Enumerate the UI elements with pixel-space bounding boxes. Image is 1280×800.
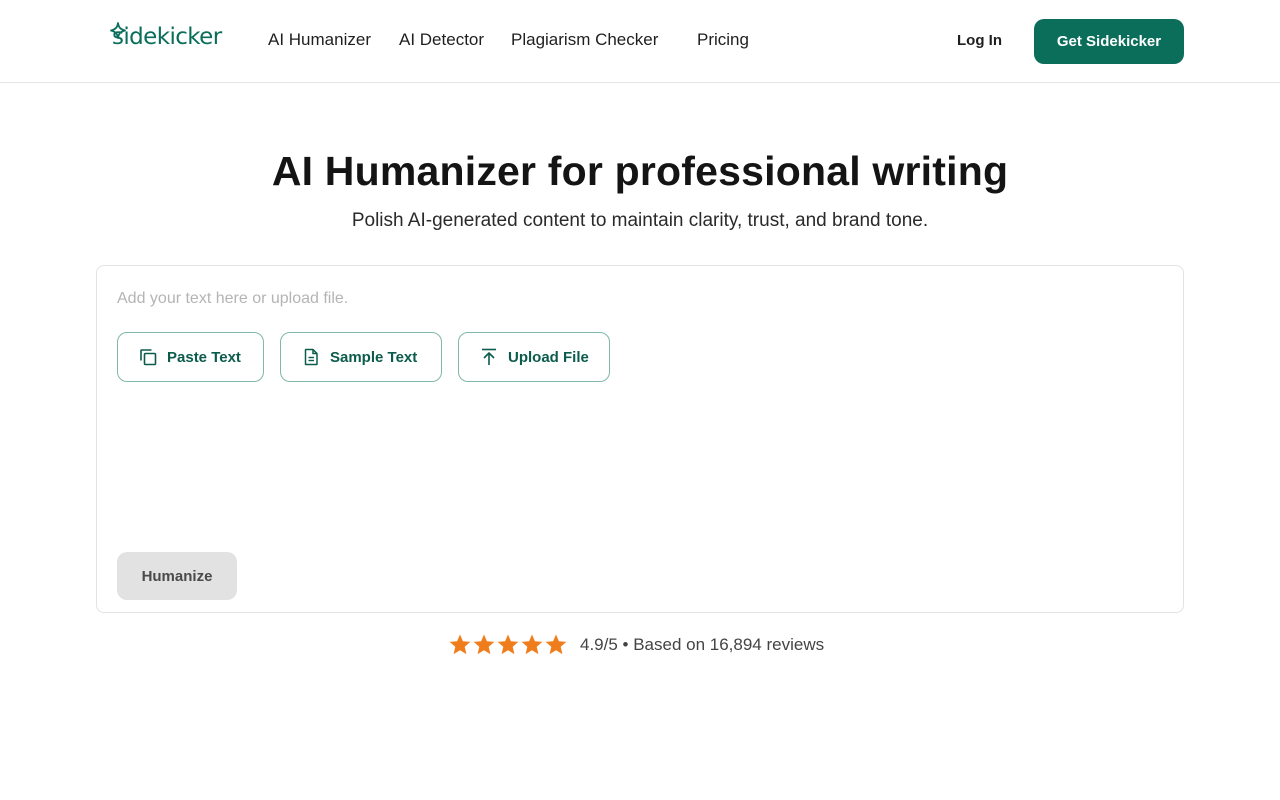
- document-icon: [301, 347, 321, 367]
- star-rating: [448, 633, 568, 657]
- nav-pricing[interactable]: Pricing: [697, 28, 749, 52]
- star-icon: [497, 634, 519, 655]
- rating-summary: 4.9/5 • Based on 16,894 reviews: [448, 632, 824, 658]
- logo[interactable]: sidekicker: [109, 22, 222, 52]
- paste-text-button[interactable]: Paste Text: [117, 332, 264, 382]
- star-icon: [473, 634, 495, 655]
- site-header: sidekicker AI Humanizer AI Detector Plag…: [0, 0, 1280, 83]
- login-link[interactable]: Log In: [957, 30, 1002, 52]
- copy-icon: [138, 347, 158, 367]
- upload-icon: [479, 347, 499, 367]
- humanize-button[interactable]: Humanize: [117, 552, 237, 600]
- sample-text-label: Sample Text: [330, 348, 418, 366]
- star-icon: [545, 634, 567, 655]
- nav-plagiarism-checker[interactable]: Plagiarism Checker: [511, 28, 658, 52]
- page-title: AI Humanizer for professional writing: [271, 148, 1009, 194]
- sample-text-button[interactable]: Sample Text: [280, 332, 442, 382]
- get-sidekicker-button[interactable]: Get Sidekicker: [1034, 19, 1184, 64]
- page-subtitle: Polish AI-generated content to maintain …: [351, 210, 929, 231]
- nav-ai-humanizer[interactable]: AI Humanizer: [268, 28, 371, 52]
- editor-placeholder[interactable]: Add your text here or upload file.: [117, 288, 348, 310]
- upload-file-label: Upload File: [508, 348, 589, 366]
- nav-ai-detector[interactable]: AI Detector: [399, 28, 484, 52]
- text-editor[interactable]: Add your text here or upload file. Paste…: [96, 265, 1184, 613]
- star-icon: [521, 634, 543, 655]
- paste-text-label: Paste Text: [167, 348, 241, 366]
- sparkle-icon: [110, 22, 126, 39]
- upload-file-button[interactable]: Upload File: [458, 332, 610, 382]
- rating-text: 4.9/5 • Based on 16,894 reviews: [580, 635, 825, 654]
- star-icon: [449, 634, 471, 655]
